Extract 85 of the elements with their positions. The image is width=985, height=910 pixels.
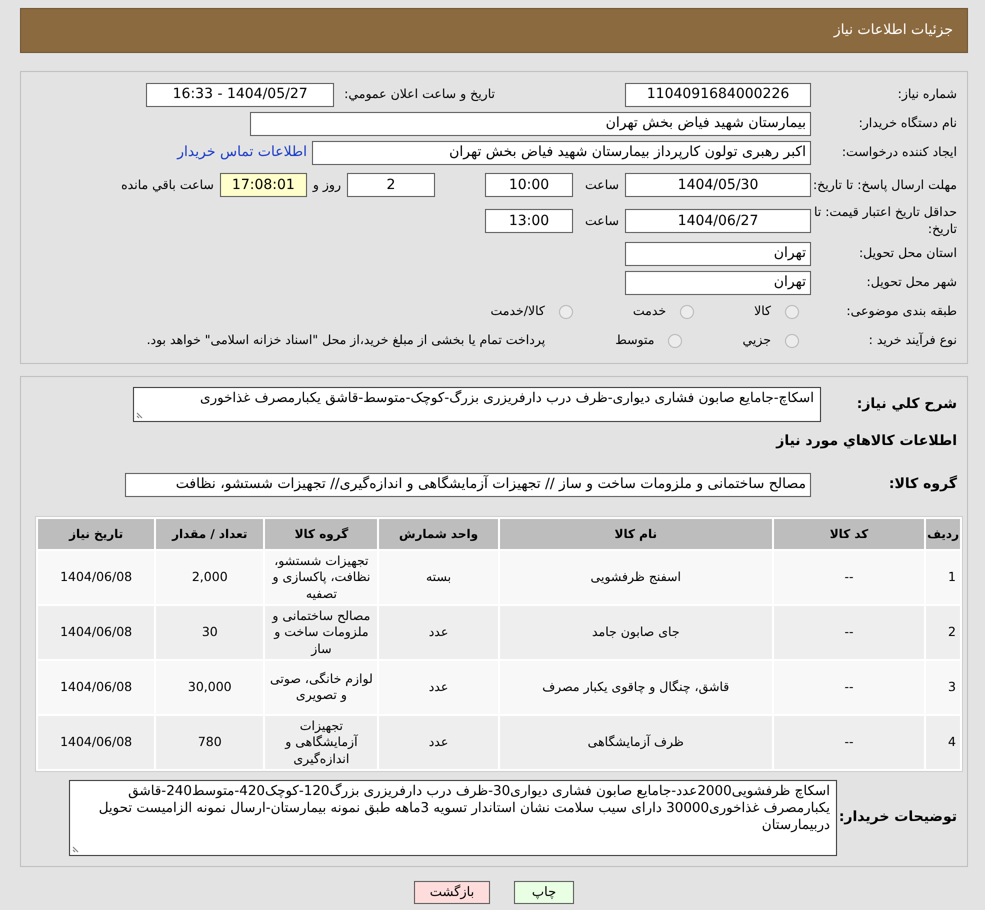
- field-label: گروه کالا:: [888, 475, 958, 494]
- radio-button[interactable]: [785, 334, 799, 348]
- table-cell: عدد: [379, 606, 498, 659]
- column-header: گروه کالا: [265, 518, 378, 549]
- section-title: اطلاعات کالاهاي مورد نیاز: [776, 432, 958, 452]
- table-cell: اسفنج ظرفشویی: [500, 550, 772, 604]
- field-value: تهران: [625, 242, 811, 266]
- radio-button[interactable]: [680, 304, 694, 318]
- field-label: روز و: [312, 176, 341, 194]
- table-cell: ظرف آزمایشگاهی: [500, 716, 772, 769]
- back-button[interactable]: بازگشت: [414, 880, 490, 904]
- radio-button[interactable]: [668, 334, 682, 348]
- field-label: توضیحات خریدار:: [838, 808, 958, 827]
- table-cell: --: [774, 716, 924, 769]
- table-cell: 1: [926, 550, 960, 604]
- table-cell: لوازم خانگی، صوتی و تصویری: [265, 660, 378, 714]
- column-header: تعداد / مقدار: [156, 518, 264, 549]
- table-cell: --: [774, 550, 924, 604]
- field-label: ساعت باقي مانده: [121, 176, 214, 194]
- option-label: جزيي: [742, 331, 771, 350]
- field-value: 2: [346, 173, 435, 197]
- field-value: 1404/05/30: [625, 173, 811, 197]
- remaining-time: 17:08:01: [220, 173, 307, 197]
- table-cell: تجهیزات شستشو، نظافت، پاکسازی و تصفیه: [265, 550, 378, 604]
- table-cell: 1404/06/08: [38, 716, 154, 769]
- table-cell: تجهیزات آزمایشگاهی و اندازه‌گیری: [265, 716, 378, 769]
- table-cell: 30: [156, 606, 264, 659]
- table-cell: 3: [926, 660, 960, 714]
- table-cell: --: [774, 606, 924, 659]
- field-label: تاریخ و ساعت اعلان عمومي:: [344, 85, 495, 104]
- table-cell: مصالح ساختمانی و ملزومات ساخت و ساز: [265, 606, 378, 659]
- table-cell: 1404/06/08: [38, 660, 154, 714]
- option-label: کالا: [754, 302, 771, 320]
- field-label: طبقه بندی موضوعی:: [845, 303, 958, 320]
- field-value: اکبر رهبری تولون کارپرداز بیمارستان شهید فیاض بخش تهران: [312, 140, 811, 164]
- table-cell: 30,000: [156, 660, 264, 714]
- field-label: ساعت: [584, 176, 619, 194]
- column-header: واحد شمارش: [379, 518, 498, 549]
- table-cell: جای صابون جامد: [500, 606, 772, 659]
- radio-button[interactable]: [785, 304, 799, 318]
- field-value: 1104091684000226: [625, 82, 811, 106]
- column-header: کد کالا: [774, 518, 924, 549]
- buyer-notes-text: اسکاچ ظرفشویی2000عدد-جامایع صابون فشاری دیواری30-ظرف درب دارفریزری بزرگ120-کوچک420-متوسط240-قاشق یکبارمصرف غذاخوری30000 دارای سیب سلامت نشان استاندار تسویه 3ماهه طبق نمونه بیمارستان-ارسال نمونه الزامیست تحویل دربیمارستان: [98, 782, 830, 833]
- column-header: تاریخ نیاز: [38, 518, 154, 549]
- column-header: ردیف: [926, 518, 960, 549]
- table-cell: عدد: [379, 660, 498, 714]
- option-label: کالا/خدمت: [490, 302, 545, 320]
- table-cell: 2,000: [156, 550, 264, 604]
- field-label: حداقل تاریخ اعتبار قیمت: تا تاریخ:: [812, 204, 958, 238]
- field-label: نوع فرآیند خرید :: [868, 332, 958, 349]
- field-label: شهر محل تحویل:: [866, 274, 958, 291]
- table-cell: 2: [926, 606, 960, 659]
- print-button[interactable]: چاپ: [514, 880, 574, 904]
- option-label: خدمت: [632, 302, 666, 320]
- description-text: اسکاچ-جامایع صابون فشاری دیواری-ظرف درب دارفریزری بزرگ-کوچک-متوسط-قاشق یکبارمصرف غذاخوری: [200, 390, 814, 406]
- field-value: 13:00: [484, 209, 573, 233]
- table-cell: عدد: [379, 716, 498, 769]
- goods-group-field: مصالح ساختمانی و ملزومات ساخت و ساز // تجهیزات آزمایشگاهی و اندازه‌گیری// تجهیزات شستشو، نظافت: [125, 472, 811, 497]
- table-cell: قاشق، چنگال و چاقوی یکبار مصرف: [500, 660, 772, 714]
- contact-link[interactable]: اطلاعات تماس خریدار: [177, 142, 307, 163]
- column-header: نام کالا: [500, 518, 772, 549]
- field-value: 10:00: [484, 173, 573, 197]
- table-cell: 1404/06/08: [38, 606, 154, 659]
- resize-handle-icon[interactable]: [72, 844, 80, 853]
- table-cell: 4: [926, 716, 960, 769]
- table-cell: بسته: [379, 550, 498, 604]
- table-cell: --: [774, 660, 924, 714]
- field-label: مهلت ارسال پاسخ: تا تاریخ:: [812, 176, 958, 194]
- field-value: 1404/06/27: [625, 209, 811, 233]
- radio-button[interactable]: [558, 304, 573, 318]
- field-label: ایجاد کننده درخواست:: [840, 144, 958, 161]
- field-label: شرح کلي نیاز:: [856, 395, 958, 414]
- field-value: 1404/05/27 - 16:33: [146, 82, 334, 106]
- purchase-note: پرداخت تمام یا بخشی از مبلغ خرید،از محل "اسناد خزانه اسلامی" خواهد بود.: [146, 331, 546, 350]
- field-label: ساعت: [584, 212, 619, 230]
- field-value: تهران: [625, 270, 811, 294]
- field-label: استان محل تحویل:: [858, 245, 958, 262]
- option-label: متوسط: [615, 331, 654, 350]
- field-label: نام دستگاه خریدار:: [858, 115, 958, 132]
- table-cell: 780: [156, 716, 264, 769]
- table-cell: 1404/06/08: [38, 550, 154, 604]
- field-label: شماره نیاز:: [896, 86, 958, 103]
- resize-handle-icon[interactable]: [136, 410, 144, 419]
- page-title: جزئیات اطلاعات نیاز: [834, 21, 953, 40]
- field-value: بیمارستان شهید فیاض بخش تهران: [250, 112, 811, 136]
